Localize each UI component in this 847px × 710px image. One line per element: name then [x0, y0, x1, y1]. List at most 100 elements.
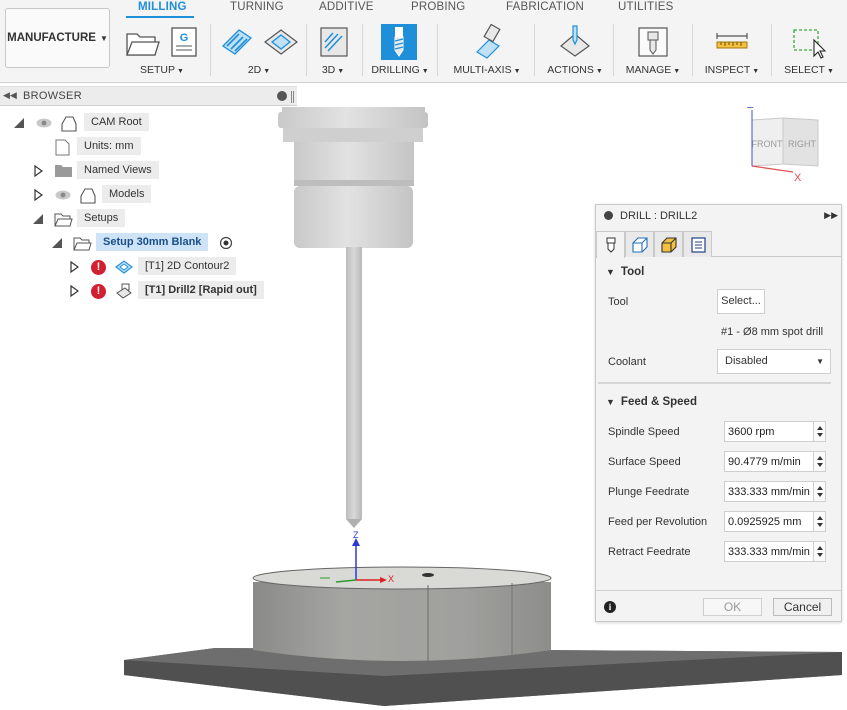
tree-label: Setups: [77, 209, 126, 227]
collapse-browser-icon[interactable]: ◀◀: [3, 90, 17, 101]
feed-speed-section-header[interactable]: ▼ Feed & Speed: [606, 396, 697, 408]
geometry-tab-icon: [632, 237, 648, 253]
manage-group-label[interactable]: MANAGE ▼: [618, 64, 688, 76]
tree-label: [T1] 2D Contour2: [138, 257, 237, 275]
drilling-group-label[interactable]: DRILLING ▼: [367, 64, 433, 76]
2d-pocket-icon[interactable]: [263, 24, 299, 60]
2d-adaptive-icon[interactable]: [219, 24, 255, 60]
nc-program-icon[interactable]: G: [166, 24, 202, 60]
divider: [362, 24, 363, 76]
eye-icon[interactable]: [55, 190, 71, 200]
inspect-group-label[interactable]: INSPECT ▼: [697, 64, 767, 76]
tree-node-drill2[interactable]: ! [T1] Drill2 [Rapid out]: [0, 280, 297, 302]
drill-icon[interactable]: [381, 24, 417, 60]
coolant-select[interactable]: Disabled ▼: [717, 349, 831, 374]
tool-section-header[interactable]: ▼ Tool: [606, 266, 644, 278]
tab-fabrication[interactable]: FABRICATION: [506, 1, 584, 13]
divider: [771, 24, 772, 76]
tab-tool[interactable]: [596, 231, 625, 258]
minimize-icon[interactable]: [604, 211, 613, 220]
tool-holder: [278, 107, 428, 248]
error-icon[interactable]: !: [91, 260, 106, 275]
cancel-button[interactable]: Cancel: [773, 598, 832, 616]
spindle-speed-spinner[interactable]: [813, 421, 826, 442]
active-setup-radio-icon[interactable]: [219, 236, 233, 250]
tree-node-units[interactable]: Units: mm: [0, 136, 297, 158]
select-tool-button[interactable]: Select...: [717, 289, 765, 314]
tree-node-named-views[interactable]: Named Views: [0, 160, 297, 182]
tab-probing[interactable]: PROBING: [411, 1, 465, 13]
tree-node-setup-30mm-blank[interactable]: Setup 30mm Blank: [0, 232, 297, 254]
tab-additive[interactable]: ADDITIVE: [319, 1, 374, 13]
select-window-icon[interactable]: [790, 24, 826, 60]
setup-folder-icon[interactable]: [124, 24, 160, 60]
tab-turning[interactable]: TURNING: [230, 1, 284, 13]
tab-geometry[interactable]: [625, 231, 654, 257]
surface-speed-spinner[interactable]: [813, 451, 826, 472]
multi-axis-group-label[interactable]: MULTI-AXIS ▼: [443, 64, 531, 76]
tree-node-setups[interactable]: Setups: [0, 208, 297, 230]
simulate-icon[interactable]: [557, 24, 593, 60]
tree-node-2d-contour2[interactable]: ! [T1] 2D Contour2: [0, 256, 297, 278]
tab-utilities[interactable]: UTILITIES: [618, 1, 673, 13]
multi-axis-group: MULTI-AXIS ▼: [443, 20, 531, 80]
collapse-triangle-icon: ▼: [606, 397, 615, 407]
dialog-title: DRILL : DRILL2: [620, 210, 698, 222]
minimize-icon[interactable]: [277, 91, 287, 101]
divider: [437, 24, 438, 76]
retract-feedrate-input[interactable]: [724, 541, 814, 562]
heights-tab-icon: [661, 237, 677, 253]
expand-triangle-icon[interactable]: [70, 261, 79, 273]
setup-group: G SETUP ▼: [118, 20, 206, 80]
feed-per-revolution-spinner[interactable]: [813, 511, 826, 532]
plunge-feedrate-spinner[interactable]: [813, 481, 826, 502]
2d-group-label[interactable]: 2D ▼: [215, 64, 303, 76]
info-icon[interactable]: i: [604, 601, 616, 613]
cam-root-icon: [61, 116, 77, 132]
tool-library-icon[interactable]: [635, 24, 671, 60]
tree-label: Setup 30mm Blank: [96, 233, 209, 251]
retract-feedrate-spinner[interactable]: [813, 541, 826, 562]
surface-speed-input[interactable]: [724, 451, 814, 472]
expand-dialog-icon[interactable]: ▶▶: [824, 210, 838, 221]
select-group-label[interactable]: SELECT ▼: [776, 64, 842, 76]
expand-triangle-icon[interactable]: [14, 118, 24, 128]
resize-grip-icon[interactable]: [291, 91, 294, 103]
tool-tab-icon: [606, 237, 616, 253]
expand-triangle-icon[interactable]: [34, 189, 43, 201]
tree-label: Named Views: [77, 161, 159, 179]
workspace-switcher[interactable]: MANUFACTURE ▼: [5, 8, 110, 68]
actions-group: ACTIONS ▼: [540, 20, 610, 80]
spindle-speed-input[interactable]: [724, 421, 814, 442]
view-cube[interactable]: FRONT RIGHT Z X: [747, 107, 819, 184]
plunge-feedrate-input[interactable]: [724, 481, 814, 502]
3d-group-label[interactable]: 3D ▼: [310, 64, 356, 76]
expand-triangle-icon[interactable]: [70, 285, 79, 297]
tree-label: [T1] Drill2 [Rapid out]: [138, 281, 264, 299]
3d-group: 3D ▼: [310, 20, 356, 80]
tree-node-cam-root[interactable]: CAM Root: [0, 112, 297, 134]
eye-icon[interactable]: [36, 118, 52, 128]
error-icon[interactable]: !: [91, 284, 106, 299]
viewcube-front-label: FRONT: [752, 139, 783, 149]
select-group: SELECT ▼: [776, 20, 842, 80]
ok-button[interactable]: OK: [703, 598, 762, 616]
tree-node-models[interactable]: Models: [0, 184, 297, 206]
retract-feedrate-label: Retract Feedrate: [608, 546, 691, 558]
expand-triangle-icon[interactable]: [34, 165, 43, 177]
setup-group-label[interactable]: SETUP ▼: [118, 64, 206, 76]
expand-triangle-icon[interactable]: [33, 214, 43, 224]
tab-milling[interactable]: MILLING: [138, 1, 187, 13]
actions-group-label[interactable]: ACTIONS ▼: [540, 64, 610, 76]
folder-icon: [55, 165, 72, 177]
tab-heights[interactable]: [654, 231, 683, 257]
expand-triangle-icon[interactable]: [52, 238, 62, 248]
active-tab-indicator: [126, 16, 194, 18]
2d-group: 2D ▼: [215, 20, 303, 80]
feed-per-revolution-input[interactable]: [724, 511, 814, 532]
3d-adaptive-icon[interactable]: [316, 24, 352, 60]
measure-icon[interactable]: [714, 24, 750, 60]
multi-axis-icon[interactable]: [469, 24, 505, 60]
tab-cycle[interactable]: [683, 231, 712, 257]
coolant-value: Disabled: [725, 355, 768, 367]
